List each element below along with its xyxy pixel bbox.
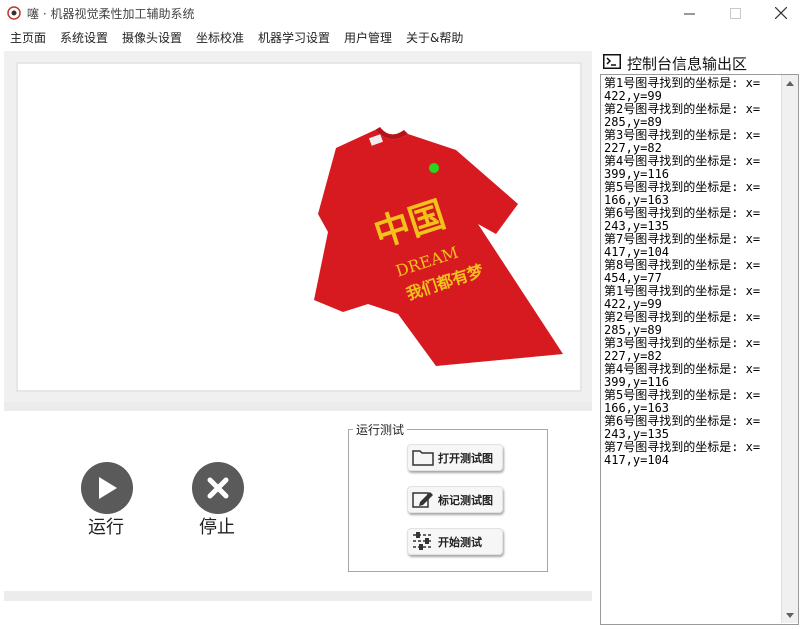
- stop-label: 停止: [199, 517, 235, 538]
- menu-coordinate-calibration[interactable]: 坐标校准: [196, 29, 244, 46]
- menu-bar: 主页面 系统设置 摄像头设置 坐标校准 机器学习设置 用户管理 关于&帮助: [0, 26, 806, 48]
- app-logo-icon: [7, 6, 21, 20]
- panel-divider-bottom: [4, 591, 592, 601]
- menu-about-help[interactable]: 关于&帮助: [406, 29, 463, 46]
- image-display: 中国 DREAM 我们都有梦: [16, 62, 582, 392]
- console-header: 控制台信息输出区: [600, 52, 806, 74]
- minimize-icon: [683, 13, 695, 14]
- run-button[interactable]: [81, 462, 133, 514]
- stop-x-icon: [207, 477, 229, 499]
- console-scrollbar[interactable]: [781, 75, 798, 623]
- menu-machine-learning-settings[interactable]: 机器学习设置: [258, 29, 330, 46]
- console-output[interactable]: 第1号图寻找到的坐标是: x= 422,y=99 第2号图寻找到的坐标是: x= 28…: [600, 74, 799, 625]
- stop-button[interactable]: [192, 462, 244, 514]
- sliders-icon: [413, 532, 433, 550]
- open-test-image-label: 打开测试图: [438, 452, 493, 465]
- close-button[interactable]: [758, 0, 804, 26]
- terminal-icon: [603, 54, 621, 69]
- start-test-button[interactable]: 开始测试: [407, 528, 503, 555]
- edit-icon: [412, 492, 433, 508]
- title-bar: 噻 · 机器视觉柔性加工辅助系统: [0, 0, 806, 26]
- detected-point-marker: [429, 163, 439, 173]
- minimize-button[interactable]: [666, 0, 712, 26]
- mark-test-image-button[interactable]: 标记测试图: [407, 486, 503, 513]
- menu-system-settings[interactable]: 系统设置: [60, 29, 108, 46]
- scroll-up-button[interactable]: [782, 75, 798, 91]
- menu-camera-settings[interactable]: 摄像头设置: [122, 29, 182, 46]
- maximize-button[interactable]: [712, 0, 758, 26]
- bottom-area: [4, 601, 592, 625]
- tshirt-image: 中国 DREAM 我们都有梦: [314, 127, 563, 366]
- maximize-icon: [729, 7, 741, 19]
- run-test-group-title: 运行测试: [353, 421, 408, 438]
- menu-home[interactable]: 主页面: [10, 29, 46, 46]
- play-icon: [99, 477, 117, 499]
- folder-icon: [412, 450, 434, 466]
- console-title: 控制台信息输出区: [627, 55, 748, 73]
- open-test-image-button[interactable]: 打开测试图: [407, 444, 503, 471]
- chevron-down-icon: [786, 612, 794, 618]
- run-label: 运行: [88, 517, 124, 538]
- console-log-text: 第1号图寻找到的坐标是: x= 422,y=99 第2号图寻找到的坐标是: x= 28…: [604, 77, 782, 467]
- close-icon: [775, 7, 787, 19]
- window-title: 噻 · 机器视觉柔性加工辅助系统: [27, 7, 195, 21]
- panel-divider: [4, 402, 592, 411]
- start-test-label: 开始测试: [438, 536, 482, 549]
- scroll-down-button[interactable]: [782, 607, 798, 623]
- menu-user-management[interactable]: 用户管理: [344, 29, 392, 46]
- mark-test-image-label: 标记测试图: [438, 494, 493, 507]
- chevron-up-icon: [786, 80, 794, 86]
- console-line: 417,y=104: [604, 453, 670, 467]
